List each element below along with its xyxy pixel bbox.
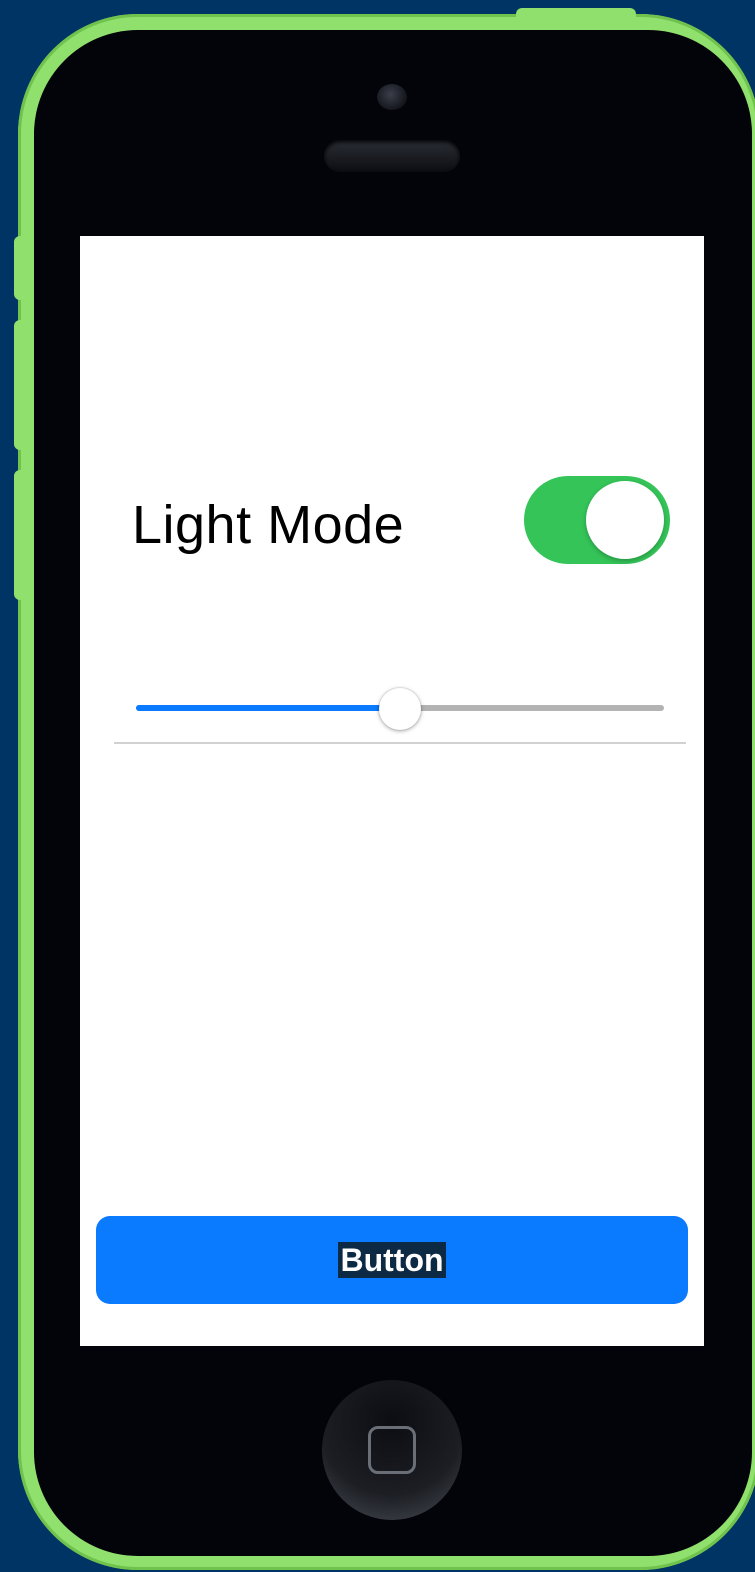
home-button[interactable] [322, 1380, 462, 1520]
slider-thumb[interactable] [379, 688, 421, 730]
earpiece-speaker [324, 140, 460, 172]
light-mode-label: Light Mode [132, 495, 405, 555]
front-camera [377, 84, 407, 110]
power-button [516, 8, 636, 22]
home-square-icon [368, 1426, 416, 1474]
toggle-knob [586, 481, 664, 559]
volume-down-button [14, 470, 28, 600]
primary-button[interactable]: Button [96, 1216, 688, 1304]
divider [114, 742, 686, 744]
light-mode-toggle[interactable] [524, 476, 670, 564]
app-screen: Light Mode Button [80, 236, 704, 1346]
mute-switch [14, 236, 28, 300]
brightness-slider[interactable] [136, 688, 664, 730]
volume-up-button [14, 320, 28, 450]
slider-track-fill [136, 705, 400, 711]
primary-button-label: Button [338, 1242, 446, 1278]
